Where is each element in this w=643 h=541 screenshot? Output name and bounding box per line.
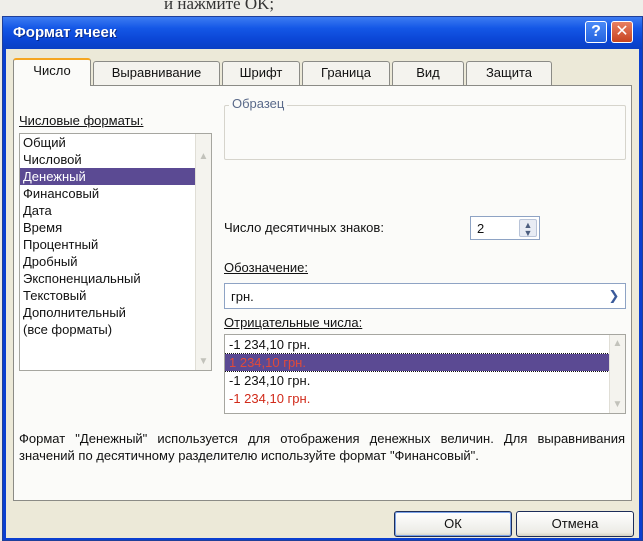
list-item[interactable]: Дата	[20, 202, 211, 219]
format-description: Формат "Денежный" используется для отобр…	[19, 431, 625, 463]
sample-box	[224, 105, 626, 160]
list-item[interactable]: -1 234,10 грн.	[225, 390, 625, 407]
negative-numbers-list[interactable]: -1 234,10 грн. 1 234,10 грн. -1 234,10 грн…	[224, 334, 626, 414]
negative-numbers-label: Отрицательные числа:	[224, 315, 363, 330]
scroll-up-icon[interactable]: ▲	[197, 150, 210, 163]
ok-button[interactable]: ОК	[394, 511, 512, 537]
list-item[interactable]: Общий	[20, 134, 211, 151]
number-formats-list[interactable]: Общий Числовой Денежный Финансовый Дата Время…	[19, 133, 212, 371]
tab-fill[interactable]: Вид	[392, 61, 464, 85]
symbol-dropdown[interactable]: грн. ❯	[224, 283, 626, 309]
number-formats-items: Общий Числовой Денежный Финансовый Дата Время…	[20, 134, 211, 338]
page-caption-fragment: и нажмите OK;	[164, 0, 275, 13]
list-item[interactable]: Дополнительный	[20, 304, 211, 321]
tab-label: Защита	[485, 65, 533, 80]
tab-panel-number: Числовые форматы: Общий Числовой Денежный Ф…	[13, 85, 632, 501]
tab-alignment[interactable]: Выравнивание	[93, 61, 220, 85]
title-bar[interactable]: Формат ячеек ? ✕	[3, 17, 642, 49]
scroll-down-icon[interactable]: ▼	[611, 398, 624, 411]
close-button[interactable]: ✕	[611, 21, 633, 43]
format-cells-dialog: Формат ячеек ? ✕ Число Выравнивание Шриф…	[2, 16, 643, 541]
list-item[interactable]: Финансовый	[20, 185, 211, 202]
list-item[interactable]: Дробный	[20, 253, 211, 270]
list-item[interactable]: Числовой	[20, 151, 211, 168]
list-item[interactable]: 1 234,10 грн.	[225, 353, 625, 372]
list-item[interactable]: -1 234,10 грн.	[225, 336, 625, 353]
ok-button-label: ОК	[444, 516, 462, 531]
tab-label: Шрифт	[239, 65, 283, 80]
list-item[interactable]: (все форматы)	[20, 321, 211, 338]
spinner-arrows-icon[interactable]: ▲ ▼	[519, 219, 537, 238]
list-item[interactable]: -1 234,10 грн.	[225, 372, 625, 389]
page-background-caption: и нажмите OK;	[0, 0, 643, 16]
tab-font[interactable]: Шрифт	[222, 61, 300, 85]
list-item[interactable]: Экспоненциальный	[20, 270, 211, 287]
tab-protection[interactable]: Защита	[466, 61, 552, 85]
tab-label: Вид	[416, 65, 440, 80]
list-item[interactable]: Процентный	[20, 236, 211, 253]
scroll-up-icon[interactable]: ▲	[611, 337, 624, 350]
negative-numbers-items: -1 234,10 грн. 1 234,10 грн. -1 234,10 грн…	[225, 336, 625, 407]
tab-label: Число	[33, 63, 71, 78]
decimal-places-value: 2	[477, 221, 485, 236]
decimal-places-spinner[interactable]: 2 ▲ ▼	[470, 216, 540, 240]
scroll-down-icon[interactable]: ▼	[197, 355, 210, 368]
decimal-places-label: Число десятичных знаков:	[224, 220, 384, 235]
close-icon: ✕	[615, 23, 629, 40]
help-button[interactable]: ?	[585, 21, 607, 43]
symbol-label: Обозначение:	[224, 260, 309, 275]
negative-scrollbar[interactable]: ▲ ▼	[609, 335, 625, 413]
tab-border[interactable]: Граница	[302, 61, 390, 85]
dialog-title: Формат ячеек	[13, 24, 117, 41]
number-formats-label-text: Числовые форматы:	[19, 113, 144, 128]
help-icon: ?	[591, 23, 601, 40]
cancel-button-label: Отмена	[551, 516, 599, 531]
tab-label: Выравнивание	[111, 65, 202, 80]
number-formats-label: Числовые форматы:	[19, 113, 143, 128]
cancel-button[interactable]: Отмена	[516, 511, 634, 537]
list-item[interactable]: Денежный	[20, 168, 211, 185]
list-item[interactable]: Текстовый	[20, 287, 211, 304]
dialog-client-area: Число Выравнивание Шрифт Граница Вид Защ…	[6, 49, 639, 538]
chevron-down-icon[interactable]: ❯	[606, 288, 622, 304]
tab-label: Граница	[321, 65, 371, 80]
symbol-value: грн.	[231, 289, 254, 304]
tab-number[interactable]: Число	[13, 58, 91, 86]
list-item[interactable]: Время	[20, 219, 211, 236]
formats-scrollbar[interactable]: ▲ ▼	[195, 134, 211, 370]
sample-legend: Образец	[229, 96, 288, 111]
